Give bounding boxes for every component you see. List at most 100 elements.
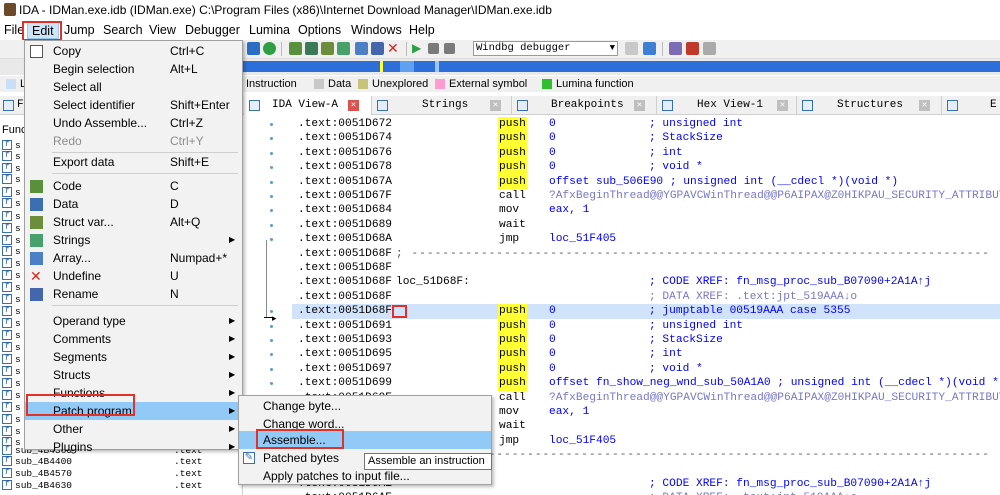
edit-menu-structs[interactable]: Structs ▶: [25, 366, 242, 384]
function-row[interactable]: fs: [2, 330, 21, 341]
edit-menu-other[interactable]: Other ▶: [25, 420, 242, 438]
code-line[interactable]: .text:0051D697 push 0 ; void *: [292, 361, 1000, 377]
edit-menu-rename[interactable]: Rename N: [25, 285, 242, 303]
function-row[interactable]: fs: [2, 235, 21, 246]
function-row[interactable]: fs: [2, 378, 21, 389]
tab-hex-view-1[interactable]: Hex View-1 ✕: [657, 96, 797, 115]
toolbar-array-icon[interactable]: [355, 42, 368, 55]
close-icon[interactable]: ✕: [490, 100, 501, 111]
menu-view[interactable]: View: [145, 22, 180, 39]
code-line[interactable]: .text:0051D68F: [292, 261, 1000, 275]
edit-menu-segments[interactable]: Segments ▶: [25, 348, 242, 366]
function-row[interactable]: fs: [2, 426, 21, 437]
code-line[interactable]: .text:0051D68A jmp loc_51F405: [292, 232, 1000, 246]
function-row[interactable]: fs: [2, 174, 21, 185]
edit-menu-export-data[interactable]: Export data Shift+E: [25, 153, 242, 171]
code-line[interactable]: .text:0051D68F ; ------------------------…: [292, 247, 1000, 261]
change-byte-item[interactable]: Change byte...: [239, 397, 491, 415]
function-row[interactable]: fs: [2, 318, 21, 329]
menu-debugger[interactable]: Debugger: [181, 22, 244, 39]
code-line[interactable]: .text:0051D676 push 0 ; int: [292, 145, 1000, 161]
menu-lumina[interactable]: Lumina: [245, 22, 294, 39]
code-line[interactable]: .text:0051D67A push offset sub_506E90 ; un…: [292, 174, 1000, 189]
menu-jump[interactable]: Jump: [60, 22, 99, 39]
edit-menu-data[interactable]: Data D: [25, 195, 242, 213]
close-icon[interactable]: ✕: [777, 100, 788, 111]
toolbar-clear-trace-icon[interactable]: [703, 42, 716, 55]
function-row[interactable]: fs: [2, 211, 21, 222]
code-line[interactable]: .text:0051D684 mov eax, 1: [292, 203, 1000, 217]
close-icon[interactable]: ✕: [919, 100, 930, 111]
function-row[interactable]: f sub_4B4400 .text: [2, 456, 203, 467]
toolbar-struct-icon[interactable]: [321, 42, 334, 55]
toolbar-graph-icon[interactable]: [247, 42, 260, 55]
function-row[interactable]: fs: [2, 223, 21, 234]
tab-breakpoints[interactable]: Breakpoints ✕: [512, 96, 657, 115]
edit-menu-struct-var[interactable]: Struct var... Alt+Q: [25, 213, 242, 231]
function-row[interactable]: fs: [2, 294, 21, 305]
tab-strings[interactable]: Strings ✕: [372, 96, 512, 115]
close-icon[interactable]: ✕: [634, 100, 645, 111]
edit-menu-undo-assemble[interactable]: Undo Assemble... Ctrl+Z: [25, 114, 242, 132]
code-line[interactable]: .text:0051D67F call ?AfxBeginThread@@YGPAV…: [292, 189, 1000, 203]
code-line[interactable]: .text:0051D691 push 0 ; unsigned int: [292, 318, 1000, 333]
code-line[interactable]: .text:0051D674 push 0 ; StackSize: [292, 131, 1000, 146]
function-row[interactable]: fs: [2, 402, 21, 413]
edit-menu-comments[interactable]: Comments ▶: [25, 330, 242, 348]
function-row[interactable]: fs: [2, 151, 21, 162]
menu-options[interactable]: Options: [294, 22, 345, 39]
tab-structures[interactable]: Structures ✕: [797, 96, 942, 115]
code-line[interactable]: .text:0051D678 push 0 ; void *: [292, 160, 1000, 175]
close-icon[interactable]: ✕: [348, 100, 359, 111]
function-row[interactable]: f sub_4B4630 .text: [2, 480, 203, 491]
toolbar-func-icon[interactable]: [289, 42, 302, 55]
toolbar-start-icon[interactable]: ▶: [412, 42, 425, 55]
edit-menu-copy[interactable]: Copy Ctrl+C: [25, 42, 242, 60]
function-row[interactable]: fs: [2, 306, 21, 317]
function-row[interactable]: fs: [2, 270, 21, 281]
code-line[interactable]: .text:0051D693 push 0 ; StackSize: [292, 333, 1000, 348]
toolbar-rename-icon[interactable]: [371, 42, 384, 55]
menu-search[interactable]: Search: [99, 22, 147, 39]
function-row[interactable]: fs: [2, 140, 21, 151]
menu-help[interactable]: Help: [405, 22, 439, 39]
tab-ida-view-a[interactable]: IDA View-A ✕: [244, 96, 372, 115]
function-row[interactable]: fs: [2, 198, 21, 209]
edit-menu-plugins[interactable]: Plugins ▶: [25, 438, 242, 456]
debugger-select[interactable]: Windbg debugger ▼: [473, 41, 618, 56]
edit-menu-strings[interactable]: Strings ▶: [25, 231, 242, 249]
code-line[interactable]: .text:0051D699 push offset fn_show_neg_wnd…: [292, 376, 1000, 391]
code-line[interactable]: .text:0051D6AE ; DATA XREF: .text:jpt_519…: [292, 491, 1000, 495]
function-row[interactable]: fs: [2, 342, 21, 353]
function-row[interactable]: fs: [2, 390, 21, 401]
code-line[interactable]: .text:0051D68F loc_51D68F: ; CODE XREF: fn…: [292, 275, 1000, 289]
tab-enums[interactable]: E: [942, 96, 1000, 115]
toolbar-strings-icon[interactable]: [337, 42, 350, 55]
code-line[interactable]: .text:0051D689 wait: [292, 218, 1000, 232]
function-row[interactable]: fs: [2, 246, 21, 257]
function-row[interactable]: fs: [2, 163, 21, 174]
toolbar-undefine-icon[interactable]: ✕: [387, 41, 400, 55]
toolbar-breakpoints-icon[interactable]: [669, 42, 682, 55]
edit-menu-begin-selection[interactable]: Begin selection Alt+L: [25, 60, 242, 78]
edit-menu-select-all[interactable]: Select all: [25, 78, 242, 96]
toolbar-trace-icon[interactable]: [686, 42, 699, 55]
function-row[interactable]: f sub_4B4570 .text: [2, 468, 203, 479]
edit-menu-array[interactable]: Array... Numpad+*: [25, 249, 242, 267]
menu-windows[interactable]: Windows: [347, 22, 406, 39]
code-line[interactable]: .text:0051D672 push 0 ; unsigned int: [292, 117, 1000, 132]
function-row[interactable]: fs: [2, 366, 21, 377]
toolbar-attach-icon[interactable]: [643, 42, 656, 55]
code-line[interactable]: .text:0051D68F ; DATA XREF: .text:jpt_519…: [292, 290, 1000, 304]
edit-menu-select-identifier[interactable]: Select identifier Shift+Enter: [25, 96, 242, 114]
function-row[interactable]: fs: [2, 354, 21, 365]
toolbar-stop-icon[interactable]: [444, 43, 455, 54]
edit-menu-undefine[interactable]: ✕ Undefine U: [25, 267, 242, 285]
toolbar-run-icon[interactable]: [263, 42, 276, 55]
code-line[interactable]: .text:0051D695 push 0 ; int: [292, 347, 1000, 362]
function-row[interactable]: fs: [2, 187, 21, 198]
toolbar-data-icon[interactable]: [305, 42, 318, 55]
function-row[interactable]: fs: [2, 258, 21, 269]
edit-menu-operand-type[interactable]: Operand type ▶: [25, 312, 242, 330]
toolbar-pause-icon[interactable]: [428, 43, 439, 54]
